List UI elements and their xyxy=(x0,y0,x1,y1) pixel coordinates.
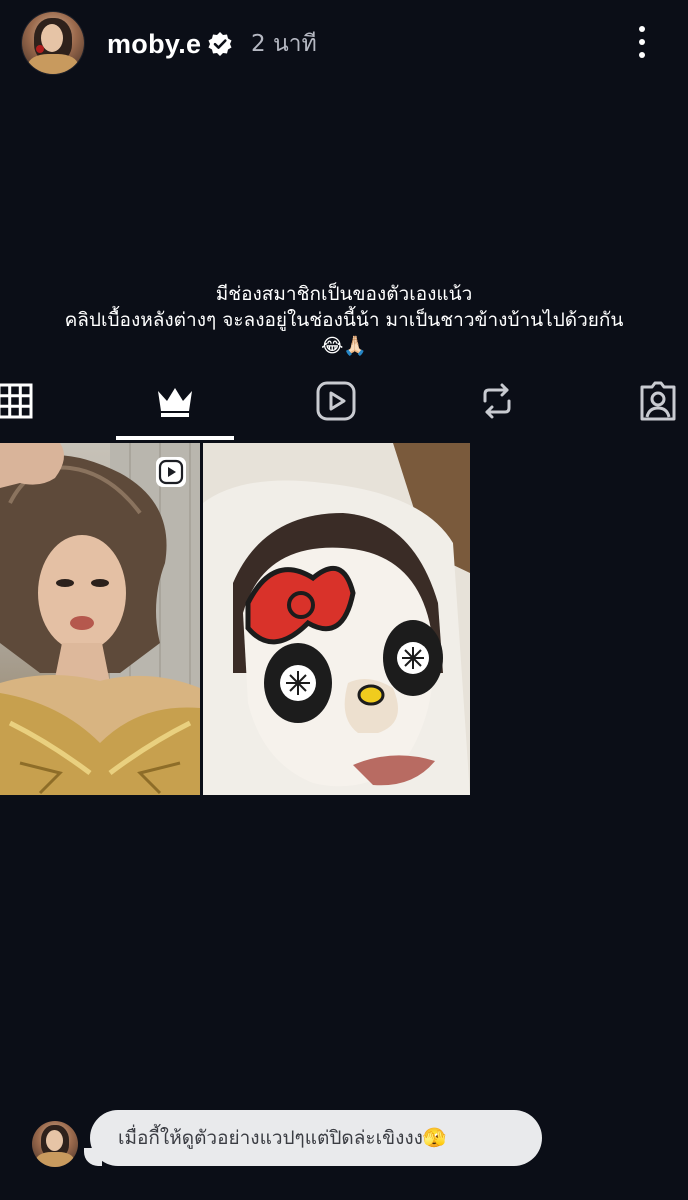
video-badge-icon xyxy=(156,457,186,487)
comment-avatar[interactable] xyxy=(32,1121,78,1167)
post-thumbnail xyxy=(0,443,200,795)
repost-icon xyxy=(483,383,511,419)
post-tile-video[interactable] xyxy=(0,443,200,795)
reels-icon xyxy=(316,381,356,421)
tagged-icon xyxy=(640,381,676,421)
bio-line-2: คลิปเบื้องหลังต่างๆ จะลงอยู่ในช่องนี้น้า… xyxy=(64,309,624,331)
story-header: moby.e 2 นาที xyxy=(0,0,688,90)
bio-line-1: มีช่องสมาชิกเป็นของตัวเองแน้ว xyxy=(215,283,473,305)
tab-subscriptions[interactable] xyxy=(150,376,200,426)
post-timestamp: 2 นาที xyxy=(251,31,317,57)
verified-badge-icon xyxy=(208,32,232,56)
tab-grid[interactable] xyxy=(0,376,40,426)
bio-line-3: 😂🙏🏻 xyxy=(321,335,367,357)
more-options-icon[interactable] xyxy=(628,22,656,62)
posts-grid xyxy=(0,443,470,795)
username[interactable]: moby.e xyxy=(107,28,201,60)
tab-reels[interactable] xyxy=(311,376,361,426)
profile-bio: มีช่องสมาชิกเป็นของตัวเองแน้ว คลิปเบื้อง… xyxy=(0,281,688,359)
comment-bubble[interactable]: เมื่อกี้ให้ดูตัวอย่างแวปๆแต่ปิดล่ะเขิงงง… xyxy=(84,1110,542,1166)
crown-icon xyxy=(158,388,192,417)
tab-reposts[interactable] xyxy=(472,376,522,426)
profile-avatar[interactable] xyxy=(22,12,84,74)
comment-text: เมื่อกี้ให้ดูตัวอย่างแวปๆแต่ปิดล่ะเขิงงง… xyxy=(118,1127,447,1149)
post-thumbnail xyxy=(203,443,470,795)
tab-tagged[interactable] xyxy=(633,376,683,426)
profile-tabs xyxy=(0,370,688,442)
post-tile-photo[interactable] xyxy=(203,443,470,795)
grid-icon xyxy=(0,383,33,419)
active-tab-indicator xyxy=(116,436,234,440)
